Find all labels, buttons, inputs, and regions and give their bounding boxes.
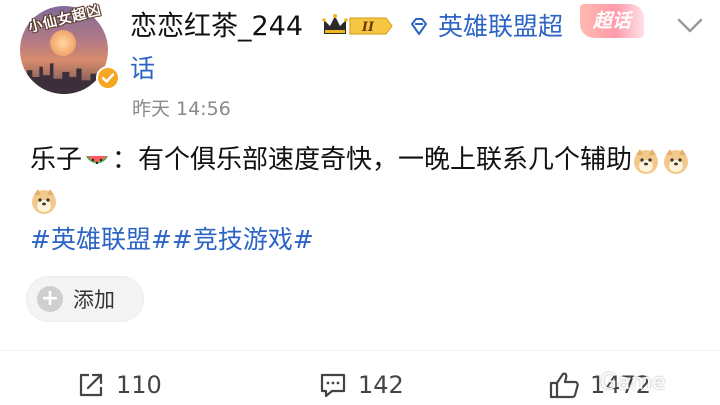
comment-button[interactable]: 142 xyxy=(318,366,404,404)
topic-link-continuation[interactable]: 话 xyxy=(130,52,155,86)
divider xyxy=(0,350,720,351)
hashtag-link[interactable]: #竞技游戏# xyxy=(172,225,314,254)
comment-count: 142 xyxy=(358,371,404,399)
comment-icon xyxy=(320,373,346,398)
post-text: 乐子 ：有个俱乐部速度奇快，一晚上联系几个辅助 xyxy=(30,140,706,220)
watermark: Game xyxy=(600,370,666,395)
vip-crown-icon[interactable]: II xyxy=(322,12,394,40)
diamond-topic-icon xyxy=(411,18,427,35)
plus-icon: + xyxy=(37,286,63,312)
vip-level: II xyxy=(361,20,375,35)
add-button-label: 添加 xyxy=(73,288,115,312)
supertopic-tag[interactable]: 超话 xyxy=(580,4,644,38)
hashtag-link[interactable]: #英雄联盟# xyxy=(30,225,172,254)
user-avatar[interactable]: 小仙女超凶 xyxy=(20,2,120,94)
topic-link[interactable]: 英雄联盟超 xyxy=(438,10,563,44)
avatar-skyline xyxy=(20,63,108,94)
chevron-down-icon[interactable] xyxy=(676,14,704,36)
watermelon-emoji xyxy=(86,155,109,164)
doge-emoji xyxy=(634,148,659,174)
post-text-start: 乐子 xyxy=(30,145,83,175)
repost-button[interactable]: 110 xyxy=(76,366,162,404)
post-text-rest: ：有个俱乐部速度奇快，一晚上联系几个辅助 xyxy=(112,145,633,175)
post-timestamp: 昨天 14:56 xyxy=(132,98,231,120)
username[interactable]: 恋恋红茶_244 xyxy=(130,10,303,44)
add-button[interactable]: + 添加 xyxy=(26,276,144,322)
hashtag-list: #英雄联盟##竞技游戏# xyxy=(30,222,314,258)
doge-emoji xyxy=(664,148,689,174)
doge-emoji xyxy=(32,188,56,214)
thumbs-up-icon xyxy=(549,372,579,399)
verified-badge-icon xyxy=(96,66,120,90)
repost-icon xyxy=(79,373,103,397)
repost-count: 110 xyxy=(116,371,162,399)
